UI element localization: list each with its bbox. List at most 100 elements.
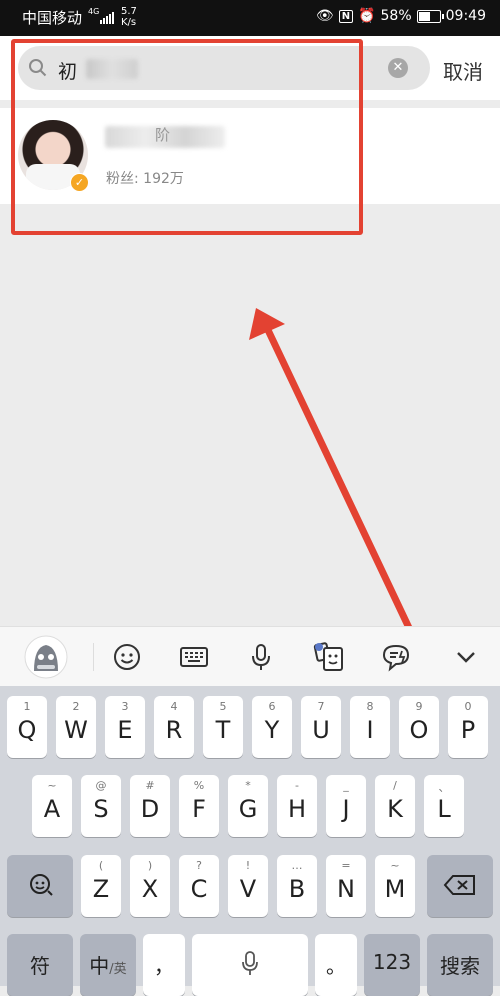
sticker-icon[interactable] [311,639,347,675]
space-key[interactable] [192,934,308,996]
key-i[interactable]: 8I [350,696,390,758]
key-primary-label: H [287,795,307,823]
lang-label: 中 [89,954,110,978]
key-primary-label: D [140,795,160,823]
comma-key-label: ， [154,954,174,978]
key-secondary-label: 7 [317,700,325,713]
key-k[interactable]: / K [375,775,415,837]
lang-alt-label: /英 [109,962,127,977]
key-secondary-label: 5 [219,700,227,713]
key-secondary-label: @ [95,779,107,792]
key-q[interactable]: 1Q [7,696,47,758]
keyboard-toolbar [0,626,500,687]
key-primary-label: I [366,716,374,744]
network-type: 4G [88,7,100,16]
key-v[interactable]: ! V [228,855,268,917]
key-primary-label: E [117,716,133,744]
key-primary-label: S [93,795,109,823]
backspace-icon [443,875,475,895]
key-p[interactable]: 0P [448,696,488,758]
key-f[interactable]: % F [179,775,219,837]
voice-bubble-icon[interactable] [378,639,414,675]
key-secondary-label: = [341,859,351,872]
key-secondary-label: ~ [47,779,57,792]
key-secondary-label: * [245,779,251,792]
key-primary-label: O [409,716,429,744]
key-secondary-label: … [291,859,303,872]
period-key[interactable]: 。 [315,934,357,996]
annotation-highlight-box [11,39,363,235]
eye-comfort-icon: 👁 [315,8,334,24]
key-u[interactable]: 7U [301,696,341,758]
soft-keyboard: 1Q2W3E4R5T6Y7U8I9O0P ~ A @ S # D% F * G - H _ J / K、 L … [0,686,500,996]
key-n[interactable]: = N [326,855,366,917]
signal-icon [100,12,114,24]
key-secondary-label: 3 [121,700,129,713]
key-secondary-label: / [393,779,397,792]
emoji-icon[interactable] [109,639,145,675]
key-secondary-label: ) [147,859,153,872]
key-m[interactable]: ~ M [375,855,415,917]
key-secondary-label: 6 [268,700,276,713]
emoji-face-icon [30,874,53,896]
network-speed: 5.7 K/s [121,6,137,28]
language-switch-labels: 中/英 [80,950,136,979]
clock: 09:49 [445,8,486,24]
cancel-button[interactable]: 取消 [443,56,483,85]
search-key[interactable]: 搜索 [427,934,493,996]
key-primary-label: U [312,716,330,744]
numbers-key[interactable]: 123 [364,934,420,996]
key-x[interactable]: ) X [130,855,170,917]
comma-key[interactable]: ， [143,934,185,996]
key-g[interactable]: * G [228,775,268,837]
key-a[interactable]: ~ A [32,775,72,837]
key-d[interactable]: # D [130,775,170,837]
key-primary-label: N [337,875,355,903]
keyboard-icon[interactable] [176,639,212,675]
nfc-icon: N [338,9,354,23]
key-primary-label: C [190,875,208,903]
numbers-key-label: 123 [372,950,412,974]
key-primary-label: L [437,795,451,823]
chevron-down-icon[interactable] [448,639,484,675]
assistant-mascot-icon[interactable] [24,635,68,679]
key-o[interactable]: 9O [399,696,439,758]
key-primary-label: X [141,875,159,903]
key-primary-label: G [238,795,258,823]
key-l[interactable]: 、 L [424,775,464,837]
backspace-key[interactable] [427,855,493,917]
key-secondary-label: ( [98,859,104,872]
key-c[interactable]: ? C [179,855,219,917]
key-secondary-label: ~ [390,859,400,872]
key-r[interactable]: 4R [154,696,194,758]
key-s[interactable]: @ S [81,775,121,837]
key-e[interactable]: 3E [105,696,145,758]
key-secondary-label: 1 [23,700,31,713]
key-secondary-label: 8 [366,700,374,713]
key-t[interactable]: 5T [203,696,243,758]
emoji-keyboard-key[interactable] [7,855,73,917]
key-j[interactable]: _ J [326,775,366,837]
clear-icon[interactable]: ✕ [388,58,408,78]
key-secondary-label: 2 [72,700,80,713]
period-key-label: 。 [326,954,346,978]
key-z[interactable]: (Z [81,855,121,917]
key-h[interactable]: -H [277,775,317,837]
alarm-icon: ⏰ [358,8,376,24]
microphone-icon[interactable] [243,639,279,675]
battery-icon [416,9,444,23]
key-primary-label: M [384,875,406,903]
key-primary-label: P [460,716,476,744]
key-y[interactable]: 6Y [252,696,292,758]
status-bar: 中国移动 4G 5.7 K/s 👁 N ⏰ 58% 09:49 [0,0,500,36]
key-primary-label: J [342,795,350,823]
key-secondary-label: 0 [464,700,472,713]
key-secondary-label: - [295,779,299,792]
key-b[interactable]: … B [277,855,317,917]
key-secondary-label: 4 [170,700,178,713]
symbols-key[interactable]: 符 [7,934,73,996]
key-w[interactable]: 2W [56,696,96,758]
key-primary-label: W [64,716,88,744]
language-switch-key[interactable]: 中/英 [80,934,136,996]
key-primary-label: Z [92,875,110,903]
